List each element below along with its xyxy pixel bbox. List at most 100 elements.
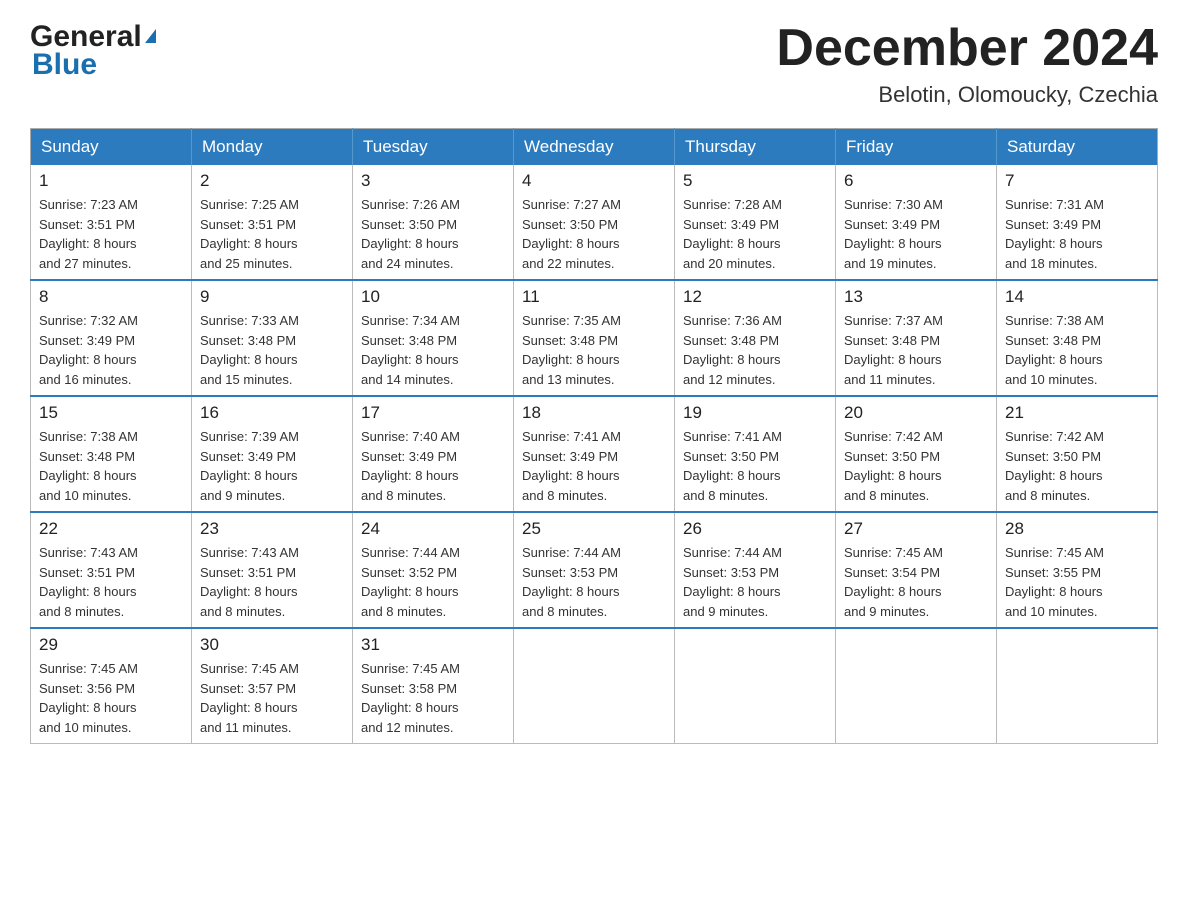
day-info: Sunrise: 7:35 AMSunset: 3:48 PMDaylight:…	[522, 313, 621, 387]
weekday-header-wednesday: Wednesday	[514, 129, 675, 166]
day-info: Sunrise: 7:45 AMSunset: 3:58 PMDaylight:…	[361, 661, 460, 735]
calendar-cell: 23 Sunrise: 7:43 AMSunset: 3:51 PMDaylig…	[192, 512, 353, 628]
calendar-table: SundayMondayTuesdayWednesdayThursdayFrid…	[30, 128, 1158, 744]
calendar-cell: 28 Sunrise: 7:45 AMSunset: 3:55 PMDaylig…	[997, 512, 1158, 628]
calendar-cell: 4 Sunrise: 7:27 AMSunset: 3:50 PMDayligh…	[514, 165, 675, 280]
day-info: Sunrise: 7:34 AMSunset: 3:48 PMDaylight:…	[361, 313, 460, 387]
day-number: 13	[844, 287, 988, 307]
day-info: Sunrise: 7:43 AMSunset: 3:51 PMDaylight:…	[39, 545, 138, 619]
day-number: 31	[361, 635, 505, 655]
calendar-cell: 24 Sunrise: 7:44 AMSunset: 3:52 PMDaylig…	[353, 512, 514, 628]
day-info: Sunrise: 7:45 AMSunset: 3:57 PMDaylight:…	[200, 661, 299, 735]
calendar-cell: 29 Sunrise: 7:45 AMSunset: 3:56 PMDaylig…	[31, 628, 192, 744]
calendar-week-row: 22 Sunrise: 7:43 AMSunset: 3:51 PMDaylig…	[31, 512, 1158, 628]
day-number: 21	[1005, 403, 1149, 423]
day-info: Sunrise: 7:26 AMSunset: 3:50 PMDaylight:…	[361, 197, 460, 271]
calendar-cell	[836, 628, 997, 744]
calendar-week-row: 1 Sunrise: 7:23 AMSunset: 3:51 PMDayligh…	[31, 165, 1158, 280]
day-number: 10	[361, 287, 505, 307]
calendar-week-row: 29 Sunrise: 7:45 AMSunset: 3:56 PMDaylig…	[31, 628, 1158, 744]
day-info: Sunrise: 7:31 AMSunset: 3:49 PMDaylight:…	[1005, 197, 1104, 271]
logo-triangle-icon	[145, 29, 156, 43]
title-section: December 2024 Belotin, Olomoucky, Czechi…	[776, 20, 1158, 108]
day-info: Sunrise: 7:38 AMSunset: 3:48 PMDaylight:…	[1005, 313, 1104, 387]
day-info: Sunrise: 7:38 AMSunset: 3:48 PMDaylight:…	[39, 429, 138, 503]
calendar-cell: 20 Sunrise: 7:42 AMSunset: 3:50 PMDaylig…	[836, 396, 997, 512]
day-info: Sunrise: 7:45 AMSunset: 3:56 PMDaylight:…	[39, 661, 138, 735]
calendar-cell: 26 Sunrise: 7:44 AMSunset: 3:53 PMDaylig…	[675, 512, 836, 628]
weekday-header-sunday: Sunday	[31, 129, 192, 166]
day-number: 15	[39, 403, 183, 423]
day-info: Sunrise: 7:37 AMSunset: 3:48 PMDaylight:…	[844, 313, 943, 387]
calendar-cell: 25 Sunrise: 7:44 AMSunset: 3:53 PMDaylig…	[514, 512, 675, 628]
calendar-cell	[514, 628, 675, 744]
calendar-cell: 8 Sunrise: 7:32 AMSunset: 3:49 PMDayligh…	[31, 280, 192, 396]
calendar-week-row: 8 Sunrise: 7:32 AMSunset: 3:49 PMDayligh…	[31, 280, 1158, 396]
day-number: 17	[361, 403, 505, 423]
day-info: Sunrise: 7:45 AMSunset: 3:54 PMDaylight:…	[844, 545, 943, 619]
calendar-cell: 3 Sunrise: 7:26 AMSunset: 3:50 PMDayligh…	[353, 165, 514, 280]
day-number: 22	[39, 519, 183, 539]
day-info: Sunrise: 7:41 AMSunset: 3:49 PMDaylight:…	[522, 429, 621, 503]
calendar-cell: 30 Sunrise: 7:45 AMSunset: 3:57 PMDaylig…	[192, 628, 353, 744]
day-info: Sunrise: 7:42 AMSunset: 3:50 PMDaylight:…	[844, 429, 943, 503]
calendar-cell: 1 Sunrise: 7:23 AMSunset: 3:51 PMDayligh…	[31, 165, 192, 280]
calendar-cell: 12 Sunrise: 7:36 AMSunset: 3:48 PMDaylig…	[675, 280, 836, 396]
day-info: Sunrise: 7:44 AMSunset: 3:53 PMDaylight:…	[683, 545, 782, 619]
weekday-header-thursday: Thursday	[675, 129, 836, 166]
day-number: 28	[1005, 519, 1149, 539]
day-number: 30	[200, 635, 344, 655]
day-info: Sunrise: 7:25 AMSunset: 3:51 PMDaylight:…	[200, 197, 299, 271]
day-info: Sunrise: 7:23 AMSunset: 3:51 PMDaylight:…	[39, 197, 138, 271]
month-title: December 2024	[776, 20, 1158, 77]
day-number: 18	[522, 403, 666, 423]
day-number: 7	[1005, 171, 1149, 191]
calendar-cell: 9 Sunrise: 7:33 AMSunset: 3:48 PMDayligh…	[192, 280, 353, 396]
weekday-header-friday: Friday	[836, 129, 997, 166]
day-number: 19	[683, 403, 827, 423]
day-number: 23	[200, 519, 344, 539]
logo-blue: Blue	[30, 48, 156, 82]
day-info: Sunrise: 7:33 AMSunset: 3:48 PMDaylight:…	[200, 313, 299, 387]
day-info: Sunrise: 7:39 AMSunset: 3:49 PMDaylight:…	[200, 429, 299, 503]
day-number: 12	[683, 287, 827, 307]
calendar-cell: 7 Sunrise: 7:31 AMSunset: 3:49 PMDayligh…	[997, 165, 1158, 280]
calendar-cell: 16 Sunrise: 7:39 AMSunset: 3:49 PMDaylig…	[192, 396, 353, 512]
day-info: Sunrise: 7:41 AMSunset: 3:50 PMDaylight:…	[683, 429, 782, 503]
location-title: Belotin, Olomoucky, Czechia	[776, 82, 1158, 108]
calendar-week-row: 15 Sunrise: 7:38 AMSunset: 3:48 PMDaylig…	[31, 396, 1158, 512]
day-number: 26	[683, 519, 827, 539]
calendar-cell: 10 Sunrise: 7:34 AMSunset: 3:48 PMDaylig…	[353, 280, 514, 396]
day-number: 11	[522, 287, 666, 307]
calendar-cell: 19 Sunrise: 7:41 AMSunset: 3:50 PMDaylig…	[675, 396, 836, 512]
calendar-cell: 21 Sunrise: 7:42 AMSunset: 3:50 PMDaylig…	[997, 396, 1158, 512]
day-info: Sunrise: 7:44 AMSunset: 3:53 PMDaylight:…	[522, 545, 621, 619]
day-number: 14	[1005, 287, 1149, 307]
day-number: 25	[522, 519, 666, 539]
day-info: Sunrise: 7:30 AMSunset: 3:49 PMDaylight:…	[844, 197, 943, 271]
calendar-cell: 18 Sunrise: 7:41 AMSunset: 3:49 PMDaylig…	[514, 396, 675, 512]
calendar-cell: 6 Sunrise: 7:30 AMSunset: 3:49 PMDayligh…	[836, 165, 997, 280]
day-number: 29	[39, 635, 183, 655]
day-info: Sunrise: 7:32 AMSunset: 3:49 PMDaylight:…	[39, 313, 138, 387]
calendar-cell: 22 Sunrise: 7:43 AMSunset: 3:51 PMDaylig…	[31, 512, 192, 628]
calendar-cell	[675, 628, 836, 744]
day-number: 27	[844, 519, 988, 539]
weekday-header-monday: Monday	[192, 129, 353, 166]
calendar-cell: 2 Sunrise: 7:25 AMSunset: 3:51 PMDayligh…	[192, 165, 353, 280]
day-info: Sunrise: 7:45 AMSunset: 3:55 PMDaylight:…	[1005, 545, 1104, 619]
calendar-cell: 11 Sunrise: 7:35 AMSunset: 3:48 PMDaylig…	[514, 280, 675, 396]
weekday-header-saturday: Saturday	[997, 129, 1158, 166]
calendar-cell: 31 Sunrise: 7:45 AMSunset: 3:58 PMDaylig…	[353, 628, 514, 744]
day-number: 1	[39, 171, 183, 191]
day-number: 6	[844, 171, 988, 191]
weekday-header-row: SundayMondayTuesdayWednesdayThursdayFrid…	[31, 129, 1158, 166]
day-number: 3	[361, 171, 505, 191]
weekday-header-tuesday: Tuesday	[353, 129, 514, 166]
logo: General Blue	[30, 20, 156, 82]
day-number: 4	[522, 171, 666, 191]
calendar-cell: 5 Sunrise: 7:28 AMSunset: 3:49 PMDayligh…	[675, 165, 836, 280]
day-number: 20	[844, 403, 988, 423]
day-number: 2	[200, 171, 344, 191]
calendar-cell: 17 Sunrise: 7:40 AMSunset: 3:49 PMDaylig…	[353, 396, 514, 512]
